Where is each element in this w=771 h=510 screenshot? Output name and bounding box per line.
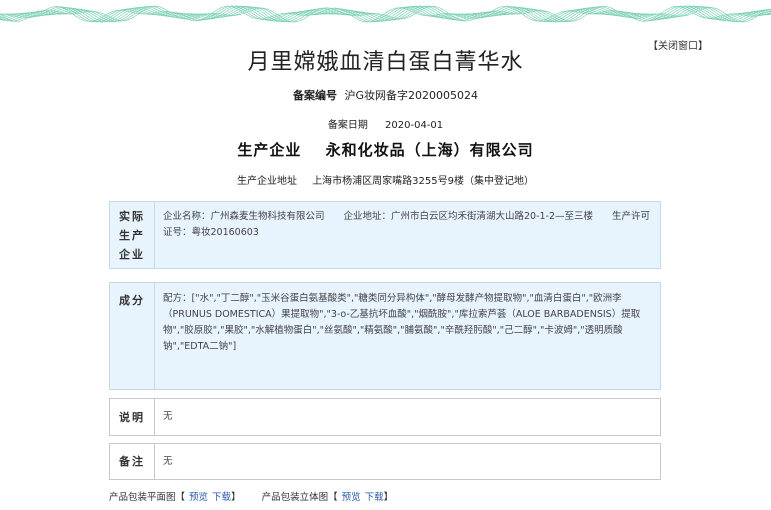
bracket-close: 】 (383, 492, 394, 503)
decorative-guilloche-border (0, 0, 771, 30)
filing-date-value: 2020-04-01 (385, 120, 444, 131)
notes-value: 无 (163, 411, 173, 422)
stereo-download-link[interactable]: 下载 (365, 492, 384, 503)
manufacturer-label: 生产企业 (237, 141, 302, 159)
flat-package-group: 产品包装平面图【 预览 下载】 (109, 492, 244, 503)
package-images-footer: 产品包装平面图【 预览 下载】 产品包装立体图【 预览 下载】 (109, 489, 411, 503)
manufacturer-value: 永和化妆品（上海）有限公司 (325, 141, 534, 159)
flat-package-label: 产品包装平面图 (109, 492, 176, 503)
manufacturer-address: 生产企业地址 上海市杨浦区周家嘴路3255号9楼（集中登记地） (0, 172, 771, 187)
manufacturer-address-label: 生产企业地址 (237, 176, 297, 187)
stereo-preview-link[interactable]: 预览 (342, 492, 361, 503)
bracket-close: 】 (231, 492, 241, 503)
notes-panel: 说明 无 (109, 398, 661, 436)
flat-preview-link[interactable]: 预览 (189, 492, 208, 503)
notes-label: 说明 (110, 399, 155, 435)
stereo-package-group: 产品包装立体图【 预览 下载】 (262, 492, 394, 503)
bracket-open: 【 (328, 492, 338, 503)
ingredients-text: 配方：["水","丁二醇","玉米谷蛋白氨基酸类","糖类同分异构体","酵母发… (163, 293, 641, 352)
remarks-panel: 备注 无 (109, 443, 661, 480)
registration-number: 备案编号 沪G妆网备字2020005024 (0, 87, 771, 103)
registration-label: 备案编号 (292, 89, 337, 102)
ingredients-panel: 成分 配方：["水","丁二醇","玉米谷蛋白氨基酸类","糖类同分异构体","… (109, 282, 661, 390)
registration-value: 沪G妆网备字2020005024 (344, 89, 478, 102)
ingredients-label: 成分 (110, 283, 155, 389)
actual-producer-text: 企业名称：广州森麦生物科技有限公司 企业地址：广州市白云区均禾街清湖大山路20-… (163, 211, 651, 238)
page-title: 月里嫦娥血清白蛋白菁华水 (247, 50, 524, 75)
filing-date-label: 备案日期 (327, 120, 368, 131)
manufacturer: 生产企业 永和化妆品（上海）有限公司 (0, 139, 771, 160)
manufacturer-address-value: 上海市杨浦区周家嘴路3255号9楼（集中登记地） (312, 176, 534, 187)
flat-download-link[interactable]: 下载 (212, 492, 231, 503)
remarks-value: 无 (163, 455, 173, 467)
bracket-open: 【 (175, 492, 186, 503)
stereo-package-label: 产品包装立体图 (261, 492, 329, 503)
actual-producer-label: 实际 生产 企业 (110, 202, 155, 268)
filing-date: 备案日期 2020-04-01 (0, 116, 771, 131)
actual-producer-panel: 实际 生产 企业 企业名称：广州森麦生物科技有限公司 企业地址：广州市白云区均禾街清… (109, 201, 661, 269)
remarks-label: 备注 (110, 444, 155, 479)
